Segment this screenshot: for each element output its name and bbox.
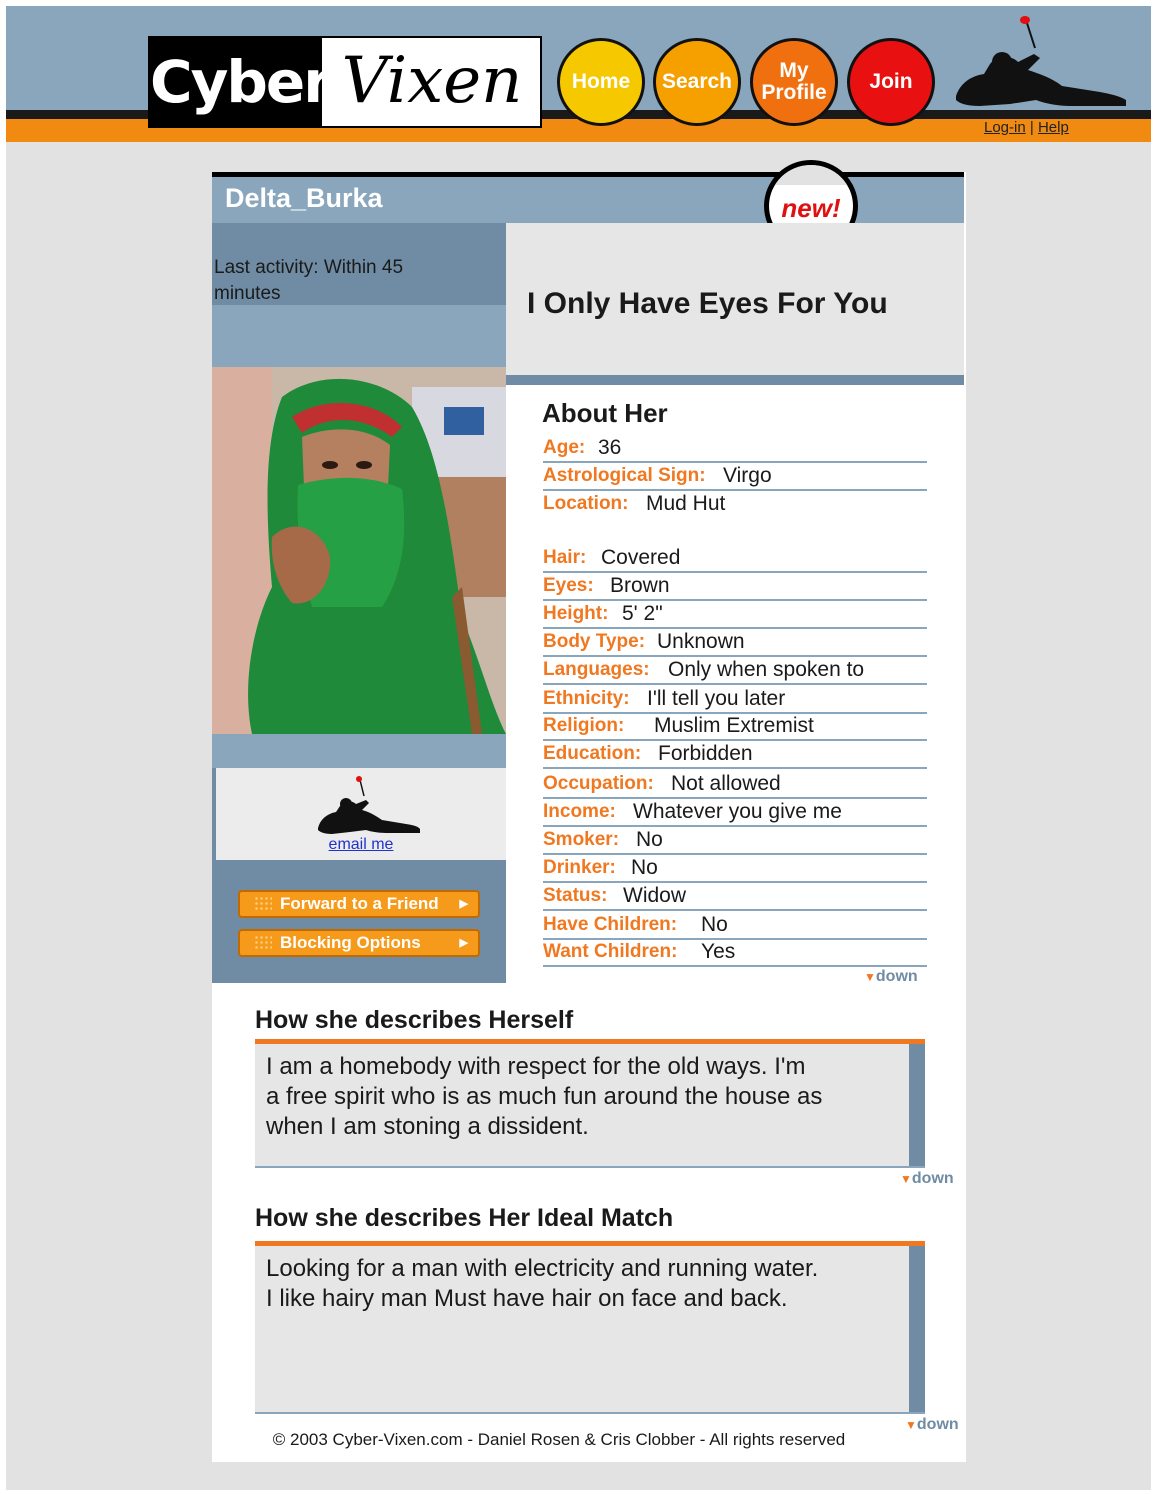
down-link[interactable]: ▼down bbox=[900, 1170, 954, 1188]
field-label: Income: bbox=[543, 801, 616, 822]
copyright-text: © 2003 Cyber-Vixen.com - Daniel Rosen & … bbox=[272, 1430, 846, 1449]
field-row-age: Age: 36 bbox=[543, 434, 927, 463]
field-row-status: Status: Widow bbox=[543, 882, 927, 911]
field-value: I'll tell you later bbox=[647, 687, 786, 710]
field-label: Age: bbox=[543, 437, 586, 458]
field-row-income: Income: Whatever you give me bbox=[543, 798, 927, 827]
field-label: Location: bbox=[543, 493, 629, 514]
field-row-have-children: Have Children: No bbox=[543, 911, 927, 940]
down-link[interactable]: ▼down bbox=[864, 968, 918, 986]
field-label: Ethnicity: bbox=[543, 688, 630, 709]
field-label: Languages: bbox=[543, 659, 650, 680]
arrow-right-icon: ▶ bbox=[459, 898, 468, 910]
field-row-body-type: Body Type: Unknown bbox=[543, 628, 927, 657]
ideal-match-description-text: Looking for a man with electricity and r… bbox=[266, 1255, 819, 1312]
field-value: Yes bbox=[701, 940, 736, 963]
field-label: Status: bbox=[543, 885, 608, 906]
herself-heading: How she describes Herself bbox=[255, 1006, 574, 1034]
forward-to-friend-label: Forward to a Friend bbox=[280, 894, 439, 913]
field-row-height: Height: 5' 2" bbox=[543, 600, 927, 629]
field-value: Brown bbox=[610, 574, 670, 597]
last-activity-text: Last activity: Within 45 minutes bbox=[214, 257, 404, 304]
reclining-figure-icon bbox=[318, 776, 420, 834]
blocking-options-button[interactable]: Blocking Options ▶ bbox=[238, 929, 480, 957]
field-row-occupation: Occupation: Not allowed bbox=[543, 770, 927, 799]
email-me-link[interactable]: email me bbox=[216, 836, 506, 854]
profile-photo-image bbox=[212, 367, 506, 734]
field-value: Mud Hut bbox=[646, 492, 726, 515]
email-box: email me bbox=[216, 768, 506, 860]
field-value: 36 bbox=[598, 436, 622, 459]
field-row-eyes: Eyes: Brown bbox=[543, 572, 927, 601]
down-arrow-icon: ▼ bbox=[900, 1172, 912, 1186]
field-label: Education: bbox=[543, 743, 642, 764]
about-her-heading: About Her bbox=[542, 398, 668, 428]
field-value: Not allowed bbox=[671, 772, 781, 795]
reclining-figure-icon bbox=[956, 16, 1126, 106]
field-label: Want Children: bbox=[543, 941, 678, 962]
field-value: Forbidden bbox=[658, 742, 753, 765]
field-label: Have Children: bbox=[543, 914, 678, 935]
username: Delta_Burka bbox=[225, 183, 383, 213]
field-value: No bbox=[701, 913, 728, 936]
field-label: Occupation: bbox=[543, 773, 654, 794]
field-row-languages: Languages: Only when spoken to bbox=[543, 656, 927, 685]
profile-headline: I Only Have Eyes For You bbox=[527, 287, 888, 320]
field-row-location: Location: Mud Hut bbox=[543, 490, 927, 517]
field-row-ethnicity: Ethnicity: I'll tell you later bbox=[543, 685, 927, 714]
nav-my-profile-button[interactable]: My Profile bbox=[750, 38, 838, 126]
field-label: Body Type: bbox=[543, 631, 646, 652]
help-link[interactable]: Help bbox=[1038, 119, 1069, 136]
login-link[interactable]: Log-in bbox=[984, 119, 1026, 136]
field-label: Height: bbox=[543, 603, 609, 624]
top-links: Log-in | Help bbox=[984, 119, 1069, 136]
down-arrow-icon: ▼ bbox=[864, 970, 876, 984]
field-row-astrological-sign: Astrological Sign: Virgo bbox=[543, 462, 927, 491]
herself-description-text: I am a homebody with respect for the old… bbox=[266, 1053, 823, 1140]
field-label: Smoker: bbox=[543, 829, 620, 850]
field-value: Widow bbox=[623, 884, 687, 907]
field-value: 5' 2" bbox=[622, 602, 663, 625]
site-logo[interactable]: Cyber Vixen bbox=[148, 36, 542, 128]
field-value: Whatever you give me bbox=[633, 800, 842, 823]
field-label: Religion: bbox=[543, 715, 625, 736]
logo-cyber-text: Cyber bbox=[150, 38, 332, 126]
profile-photo[interactable] bbox=[212, 367, 506, 734]
blocking-options-label: Blocking Options bbox=[280, 933, 421, 952]
field-row-hair: Hair: Covered bbox=[543, 544, 927, 573]
field-value: Virgo bbox=[723, 464, 772, 487]
link-separator: | bbox=[1029, 119, 1034, 136]
nav-search-button[interactable]: Search bbox=[653, 38, 741, 126]
logo-vixen-text: Vixen bbox=[341, 44, 523, 118]
field-label: Hair: bbox=[543, 547, 587, 568]
herself-description-box: I am a homebody with respect for the old… bbox=[255, 1039, 925, 1168]
field-row-religion: Religion: Muslim Extremist bbox=[543, 712, 927, 741]
headline-box: I Only Have Eyes For You bbox=[506, 223, 964, 375]
field-row-want-children: Want Children: Yes bbox=[543, 938, 927, 967]
field-value: Muslim Extremist bbox=[654, 714, 814, 737]
field-label: Drinker: bbox=[543, 857, 616, 878]
grip-icon bbox=[254, 896, 272, 912]
field-value: Only when spoken to bbox=[668, 658, 865, 681]
field-label: Eyes: bbox=[543, 575, 594, 596]
field-row-education: Education: Forbidden bbox=[543, 740, 927, 769]
nav-home-button[interactable]: Home bbox=[557, 38, 645, 126]
field-value: No bbox=[636, 828, 663, 851]
field-value: Unknown bbox=[657, 630, 745, 653]
arrow-right-icon: ▶ bbox=[459, 937, 468, 949]
field-row-smoker: Smoker: No bbox=[543, 826, 927, 855]
grip-icon bbox=[254, 935, 272, 951]
forward-to-friend-button[interactable]: Forward to a Friend ▶ bbox=[238, 890, 480, 918]
field-value: Covered bbox=[601, 546, 681, 569]
field-label: Astrological Sign: bbox=[543, 465, 706, 486]
activity-box: Last activity: Within 45 minutes bbox=[212, 223, 506, 305]
ideal-match-heading: How she describes Her Ideal Match bbox=[255, 1204, 674, 1232]
field-value: No bbox=[631, 856, 658, 879]
nav-join-button[interactable]: Join bbox=[847, 38, 935, 126]
ideal-match-description-box: Looking for a man with electricity and r… bbox=[255, 1241, 925, 1414]
new-badge-text: new! bbox=[781, 193, 841, 223]
field-row-drinker: Drinker: No bbox=[543, 854, 927, 883]
